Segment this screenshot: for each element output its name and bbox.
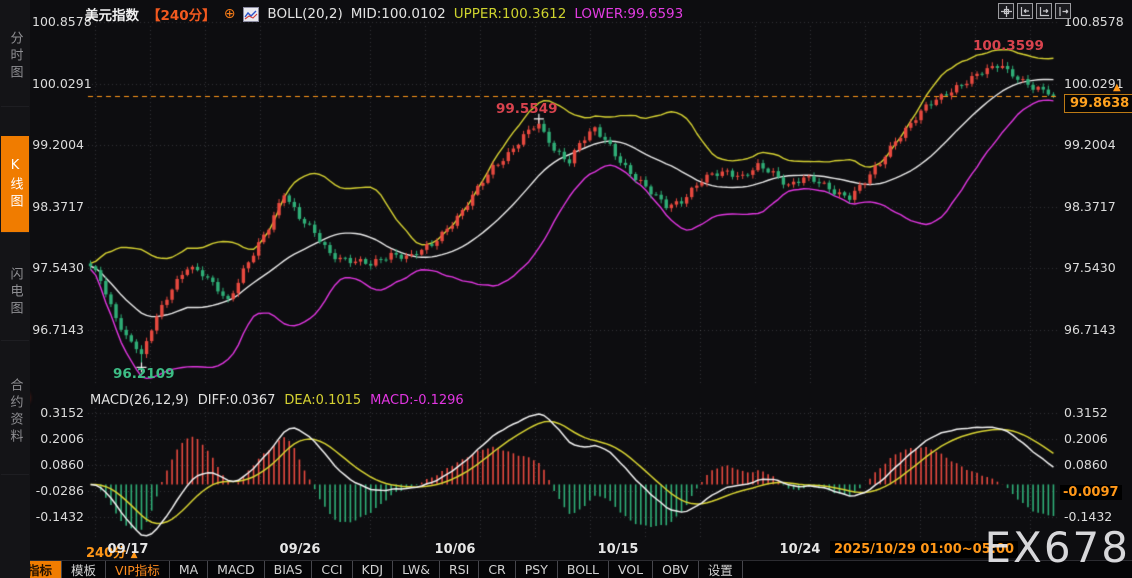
main-axis-left-3: 98.3717 bbox=[32, 198, 84, 214]
expand-icon[interactable]: ⊕ bbox=[224, 6, 236, 22]
main-axis-right-4: 97.5430 bbox=[1064, 260, 1116, 276]
toolbar-item-5[interactable]: BIAS bbox=[265, 561, 313, 578]
main-axis-left-2: 99.2004 bbox=[32, 137, 84, 153]
sidebar-tab-2[interactable]: 闪电图 bbox=[1, 244, 29, 341]
trading-app-window: 分时图 K线图闪电图合约资料 美元指数 【240分】 ⊕ BOLL(20,2) M… bbox=[0, 0, 1132, 578]
toolbar-item-13[interactable]: VOL bbox=[609, 561, 654, 578]
current-bar-datetime: 2025/10/29 01:00~05:00 bbox=[830, 541, 1019, 558]
main-axis-right-0: 100.8578 bbox=[1064, 14, 1124, 29]
toolbar-item-2[interactable]: VIP指标 bbox=[106, 561, 170, 578]
toolbar-item-11[interactable]: PSY bbox=[516, 561, 558, 578]
toolbar-item-3[interactable]: MA bbox=[170, 561, 209, 578]
candlestick-chart-canvas[interactable] bbox=[0, 0, 1132, 578]
main-axis-left-1: 100.0291 bbox=[32, 75, 92, 91]
main-axis-left-5: 96.7143 bbox=[32, 322, 84, 337]
date-label-4: 10/24 bbox=[779, 542, 821, 557]
crosshair-icon[interactable] bbox=[998, 3, 1014, 19]
toolbar-item-9[interactable]: RSI bbox=[440, 561, 480, 578]
sidebar-tab-3[interactable]: 合约资料 bbox=[1, 350, 29, 475]
macd-current-badge: -0.0097 bbox=[1060, 485, 1122, 500]
high-price-annotation: 100.3599 bbox=[973, 38, 1044, 54]
boll-mid-value: MID:100.0102 bbox=[350, 6, 446, 22]
price-up-arrow-icon: ▲ bbox=[1113, 82, 1121, 93]
toolbar-item-1[interactable]: 模板 bbox=[62, 561, 107, 578]
sidebar-tab-1[interactable]: K线图 bbox=[1, 136, 29, 233]
chart-tools bbox=[998, 3, 1071, 19]
macd-dea-value: DEA:0.1015 bbox=[284, 393, 362, 408]
macd-axis-right-4: -0.1432 bbox=[1064, 508, 1113, 524]
main-axis-left-4: 97.5430 bbox=[32, 260, 84, 276]
chart-mode-rail: 分时图 K线图闪电图合约资料 bbox=[0, 0, 30, 578]
date-label-3: 10/15 bbox=[597, 542, 639, 557]
date-label-1: 09/26 bbox=[279, 542, 321, 557]
time-axis: 240分 ▲ 2025/10/29 01:00~05:00 09/17 09/26… bbox=[0, 540, 1132, 561]
macd-axis-left-4: -0.1432 bbox=[35, 508, 84, 524]
indicator-chart-icon[interactable] bbox=[243, 6, 260, 22]
period-label: 【240分】 bbox=[147, 8, 216, 24]
sidebar-tab-0[interactable]: 分时图 bbox=[1, 6, 29, 107]
toolbar-item-6[interactable]: CCI bbox=[312, 561, 353, 578]
toolbar-item-12[interactable]: BOLL bbox=[558, 561, 609, 578]
boll-lower-value: LOWER:99.6593 bbox=[574, 6, 684, 22]
macd-axis-left-2: 0.0860 bbox=[40, 456, 84, 472]
zoom-in-axis-icon[interactable] bbox=[1017, 3, 1033, 19]
toolbar-item-4[interactable]: MACD bbox=[208, 561, 265, 578]
zoom-out-axis-icon[interactable] bbox=[1036, 3, 1052, 19]
main-axis-left-0: 100.8578 bbox=[32, 14, 92, 29]
toolbar-item-14[interactable]: OBV bbox=[653, 561, 699, 578]
low-price-annotation: 96.2109 bbox=[113, 366, 175, 382]
macd-diff-value: DIFF:0.0367 bbox=[197, 393, 276, 408]
main-axis-right-3: 98.3717 bbox=[1064, 198, 1116, 214]
date-label-2: 10/06 bbox=[434, 542, 476, 557]
shift-right-icon[interactable] bbox=[1055, 3, 1071, 19]
toolbar-item-15[interactable]: 设置 bbox=[699, 561, 743, 578]
macd-axis-left-1: 0.2006 bbox=[40, 430, 84, 446]
macd-bar-value: MACD:-0.1296 bbox=[370, 393, 464, 408]
macd-axis-right-1: 0.2006 bbox=[1064, 430, 1108, 446]
main-axis-right-5: 96.7143 bbox=[1064, 322, 1116, 337]
symbol-name: 美元指数 bbox=[85, 8, 139, 24]
boll-upper-value: UPPER:100.3612 bbox=[453, 6, 567, 22]
macd-axis-right-2: 0.0860 bbox=[1064, 456, 1108, 472]
macd-name: MACD(26,12,9) bbox=[90, 393, 189, 408]
indicator-toolbar: 指标 模板 VIP指标 MA MACD BIAS CCI KDJ LW& RSI CR PSY BOLL… bbox=[0, 560, 1132, 578]
peak-price-annotation: 99.5549 bbox=[496, 101, 558, 117]
chart-header: 美元指数 【240分】 ⊕ BOLL(20,2) MID:100.0102 UP… bbox=[85, 4, 683, 24]
current-price-badge: 99.8638 bbox=[1064, 94, 1132, 113]
macd-axis-left-3: -0.0286 bbox=[35, 482, 84, 498]
toolbar-item-7[interactable]: KDJ bbox=[353, 561, 394, 578]
macd-axis-right-0: 0.3152 bbox=[1064, 404, 1108, 420]
main-axis-right-2: 99.2004 bbox=[1064, 137, 1116, 153]
macd-axis-left-0: 0.3152 bbox=[40, 404, 84, 420]
toolbar-item-10[interactable]: CR bbox=[479, 561, 516, 578]
date-label-0: 09/17 bbox=[107, 542, 149, 557]
toolbar-item-8[interactable]: LW& bbox=[393, 561, 440, 578]
boll-label: BOLL(20,2) bbox=[267, 6, 343, 22]
macd-header: MACD(26,12,9) DIFF:0.0367 DEA:0.1015 MAC… bbox=[90, 393, 464, 408]
